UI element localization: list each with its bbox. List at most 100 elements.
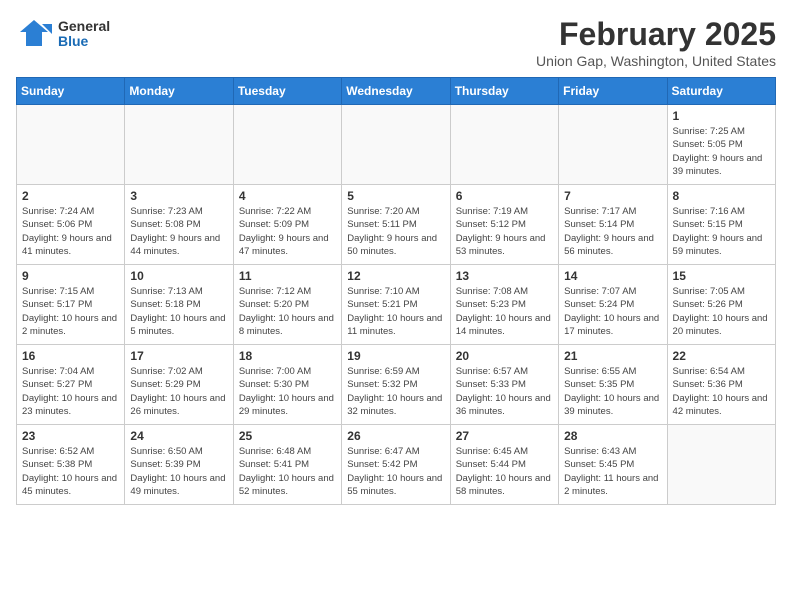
- day-number: 3: [130, 189, 227, 203]
- day-number: 11: [239, 269, 336, 283]
- calendar-cell: 4 Sunrise: 7:22 AMSunset: 5:09 PMDaylight…: [233, 185, 341, 265]
- logo-text: General Blue: [58, 19, 110, 50]
- day-number: 17: [130, 349, 227, 363]
- calendar-cell: 23Sunrise: 6:52 AMSunset: 5:38 PMDayligh…: [17, 425, 125, 505]
- day-info: Sunrise: 7:05 AMSunset: 5:26 PMDaylight:…: [673, 285, 770, 338]
- calendar-cell: [17, 105, 125, 185]
- day-info: Sunrise: 7:02 AMSunset: 5:29 PMDaylight:…: [130, 365, 227, 418]
- calendar-cell: 22Sunrise: 6:54 AMSunset: 5:36 PMDayligh…: [667, 345, 775, 425]
- day-number: 22: [673, 349, 770, 363]
- day-number: 10: [130, 269, 227, 283]
- calendar-cell: 19 Sunrise: 6:59 AMSunset: 5:32 PMDayligh…: [342, 345, 450, 425]
- day-info: Sunrise: 7:12 AMSunset: 5:20 PMDaylight:…: [239, 285, 336, 338]
- calendar-cell: [233, 105, 341, 185]
- calendar-cell: [450, 105, 558, 185]
- day-number: 12: [347, 269, 444, 283]
- weekday-header-tuesday: Tuesday: [233, 78, 341, 105]
- weekday-header-thursday: Thursday: [450, 78, 558, 105]
- calendar-cell: 10 Sunrise: 7:13 AMSunset: 5:18 PMDayligh…: [125, 265, 233, 345]
- day-info: Sunrise: 7:22 AMSunset: 5:09 PMDaylight:…: [239, 205, 336, 258]
- calendar-cell: 15 Sunrise: 7:05 AMSunset: 5:26 PMDayligh…: [667, 265, 775, 345]
- calendar-cell: 11 Sunrise: 7:12 AMSunset: 5:20 PMDayligh…: [233, 265, 341, 345]
- day-info: Sunrise: 7:24 AMSunset: 5:06 PMDaylight:…: [22, 205, 119, 258]
- logo-general-text: General: [58, 19, 110, 34]
- day-number: 14: [564, 269, 661, 283]
- calendar-cell: 26 Sunrise: 6:47 AMSunset: 5:42 PMDayligh…: [342, 425, 450, 505]
- calendar-cell: [125, 105, 233, 185]
- calendar-cell: 9 Sunrise: 7:15 AMSunset: 5:17 PMDaylight…: [17, 265, 125, 345]
- day-info: Sunrise: 7:25 AMSunset: 5:05 PMDaylight:…: [673, 125, 770, 178]
- day-info: Sunrise: 7:07 AMSunset: 5:24 PMDaylight:…: [564, 285, 661, 338]
- day-number: 19: [347, 349, 444, 363]
- calendar-cell: 1Sunrise: 7:25 AMSunset: 5:05 PMDaylight…: [667, 105, 775, 185]
- calendar-week-1: 1Sunrise: 7:25 AMSunset: 5:05 PMDaylight…: [17, 105, 776, 185]
- calendar-cell: 16 Sunrise: 7:04 AMSunset: 5:27 PMDayligh…: [17, 345, 125, 425]
- day-number: 28: [564, 429, 661, 443]
- day-info: Sunrise: 7:08 AMSunset: 5:23 PMDaylight:…: [456, 285, 553, 338]
- calendar-cell: 27 Sunrise: 6:45 AMSunset: 5:44 PMDayligh…: [450, 425, 558, 505]
- calendar-cell: 14 Sunrise: 7:07 AMSunset: 5:24 PMDayligh…: [559, 265, 667, 345]
- day-info: Sunrise: 7:15 AMSunset: 5:17 PMDaylight:…: [22, 285, 119, 338]
- day-number: 5: [347, 189, 444, 203]
- calendar-header-row: SundayMondayTuesdayWednesdayThursdayFrid…: [17, 78, 776, 105]
- day-info: Sunrise: 6:47 AMSunset: 5:42 PMDaylight:…: [347, 445, 444, 498]
- calendar-cell: 5 Sunrise: 7:20 AMSunset: 5:11 PMDaylight…: [342, 185, 450, 265]
- day-info: Sunrise: 7:00 AMSunset: 5:30 PMDaylight:…: [239, 365, 336, 418]
- day-info: Sunrise: 7:04 AMSunset: 5:27 PMDaylight:…: [22, 365, 119, 418]
- day-number: 25: [239, 429, 336, 443]
- calendar-cell: 28 Sunrise: 6:43 AMSunset: 5:45 PMDayligh…: [559, 425, 667, 505]
- day-number: 21: [564, 349, 661, 363]
- title-area: February 2025 Union Gap, Washington, Uni…: [536, 16, 776, 69]
- weekday-header-sunday: Sunday: [17, 78, 125, 105]
- day-info: Sunrise: 7:13 AMSunset: 5:18 PMDaylight:…: [130, 285, 227, 338]
- day-number: 24: [130, 429, 227, 443]
- day-number: 16: [22, 349, 119, 363]
- day-info: Sunrise: 7:16 AMSunset: 5:15 PMDaylight:…: [673, 205, 770, 258]
- calendar-cell: 24 Sunrise: 6:50 AMSunset: 5:39 PMDayligh…: [125, 425, 233, 505]
- calendar-cell: 20Sunrise: 6:57 AMSunset: 5:33 PMDayligh…: [450, 345, 558, 425]
- calendar-cell: 6Sunrise: 7:19 AMSunset: 5:12 PMDaylight…: [450, 185, 558, 265]
- day-number: 9: [22, 269, 119, 283]
- day-info: Sunrise: 6:55 AMSunset: 5:35 PMDaylight:…: [564, 365, 661, 418]
- calendar-cell: [342, 105, 450, 185]
- day-number: 23: [22, 429, 119, 443]
- calendar-cell: 2Sunrise: 7:24 AMSunset: 5:06 PMDaylight…: [17, 185, 125, 265]
- day-number: 7: [564, 189, 661, 203]
- calendar-week-5: 23Sunrise: 6:52 AMSunset: 5:38 PMDayligh…: [17, 425, 776, 505]
- day-info: Sunrise: 6:43 AMSunset: 5:45 PMDaylight:…: [564, 445, 661, 498]
- calendar-cell: 12 Sunrise: 7:10 AMSunset: 5:21 PMDayligh…: [342, 265, 450, 345]
- day-number: 13: [456, 269, 553, 283]
- month-title: February 2025: [536, 16, 776, 53]
- calendar-cell: 8 Sunrise: 7:16 AMSunset: 5:15 PMDaylight…: [667, 185, 775, 265]
- day-info: Sunrise: 6:59 AMSunset: 5:32 PMDaylight:…: [347, 365, 444, 418]
- calendar-table: SundayMondayTuesdayWednesdayThursdayFrid…: [16, 77, 776, 505]
- calendar-cell: 17 Sunrise: 7:02 AMSunset: 5:29 PMDayligh…: [125, 345, 233, 425]
- day-number: 18: [239, 349, 336, 363]
- calendar-cell: [667, 425, 775, 505]
- day-info: Sunrise: 7:20 AMSunset: 5:11 PMDaylight:…: [347, 205, 444, 258]
- day-info: Sunrise: 6:48 AMSunset: 5:41 PMDaylight:…: [239, 445, 336, 498]
- calendar-cell: 3 Sunrise: 7:23 AMSunset: 5:08 PMDaylight…: [125, 185, 233, 265]
- page-header: General Blue February 2025 Union Gap, Wa…: [16, 16, 776, 69]
- weekday-header-wednesday: Wednesday: [342, 78, 450, 105]
- weekday-header-saturday: Saturday: [667, 78, 775, 105]
- day-number: 27: [456, 429, 553, 443]
- day-number: 15: [673, 269, 770, 283]
- day-number: 8: [673, 189, 770, 203]
- day-info: Sunrise: 6:50 AMSunset: 5:39 PMDaylight:…: [130, 445, 227, 498]
- calendar-cell: 13 Sunrise: 7:08 AMSunset: 5:23 PMDayligh…: [450, 265, 558, 345]
- calendar-cell: 7Sunrise: 7:17 AMSunset: 5:14 PMDaylight…: [559, 185, 667, 265]
- day-number: 26: [347, 429, 444, 443]
- day-info: Sunrise: 7:23 AMSunset: 5:08 PMDaylight:…: [130, 205, 227, 258]
- day-info: Sunrise: 6:45 AMSunset: 5:44 PMDaylight:…: [456, 445, 553, 498]
- weekday-header-friday: Friday: [559, 78, 667, 105]
- logo-blue-text: Blue: [58, 34, 110, 49]
- day-info: Sunrise: 7:10 AMSunset: 5:21 PMDaylight:…: [347, 285, 444, 338]
- day-number: 6: [456, 189, 553, 203]
- calendar-week-3: 9 Sunrise: 7:15 AMSunset: 5:17 PMDaylight…: [17, 265, 776, 345]
- day-number: 4: [239, 189, 336, 203]
- calendar-cell: 18 Sunrise: 7:00 AMSunset: 5:30 PMDayligh…: [233, 345, 341, 425]
- weekday-header-monday: Monday: [125, 78, 233, 105]
- location-text: Union Gap, Washington, United States: [536, 53, 776, 69]
- calendar-week-4: 16 Sunrise: 7:04 AMSunset: 5:27 PMDayligh…: [17, 345, 776, 425]
